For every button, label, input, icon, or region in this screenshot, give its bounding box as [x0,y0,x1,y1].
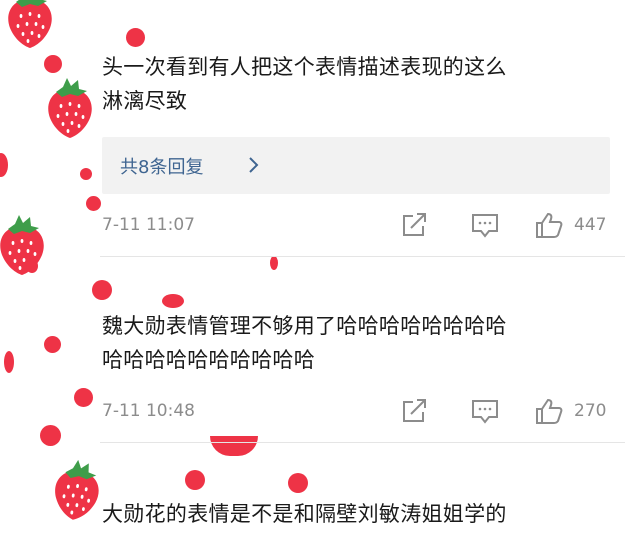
comment-meta-bar: 7-11 10:48 270 [102,396,610,426]
comment-text-line: 大勋花的表情是不是和隔壁刘敏涛姐姐学的 [102,502,507,526]
comment-text-line: 淋漓尽致 [102,89,188,113]
strawberry-icon [8,0,52,48]
comment-item: 大勋花的表情是不是和隔壁刘敏涛姐姐学的 [102,497,607,531]
strawberry-icon [48,78,92,138]
chevron-right-icon [244,154,264,176]
thumbs-up-icon[interactable] [534,397,564,425]
comment-text-line: 头一次看到有人把这个表情描述表现的这么 [102,55,507,79]
comment-divider [100,256,625,257]
comment-meta-bar: 7-11 11:07 447 [102,210,610,240]
strawberry-icon [51,457,103,523]
comment-icon[interactable] [470,211,500,239]
replies-count-label: 共8条回复 [120,157,204,178]
comment-timestamp: 7-11 10:48 [102,401,195,421]
view-replies-button[interactable]: 共8条回复 [102,137,610,194]
like-count: 447 [574,215,607,235]
share-icon[interactable] [400,397,430,425]
like-count: 270 [574,401,607,421]
thumbs-up-icon[interactable] [534,211,564,239]
comment-item: 魏大勋表情管理不够用了哈哈哈哈哈哈哈哈 哈哈哈哈哈哈哈哈哈哈 [102,309,607,377]
strawberry-icon [0,215,44,275]
comment-item: 头一次看到有人把这个表情描述表现的这么 淋漓尽致 [102,50,607,118]
comment-divider [100,442,625,443]
share-icon[interactable] [400,211,430,239]
comment-text-line: 魏大勋表情管理不够用了哈哈哈哈哈哈哈哈 [102,314,507,338]
comment-icon[interactable] [470,397,500,425]
comment-timestamp: 7-11 11:07 [102,215,195,235]
comment-text-line: 哈哈哈哈哈哈哈哈哈哈 [102,348,315,372]
